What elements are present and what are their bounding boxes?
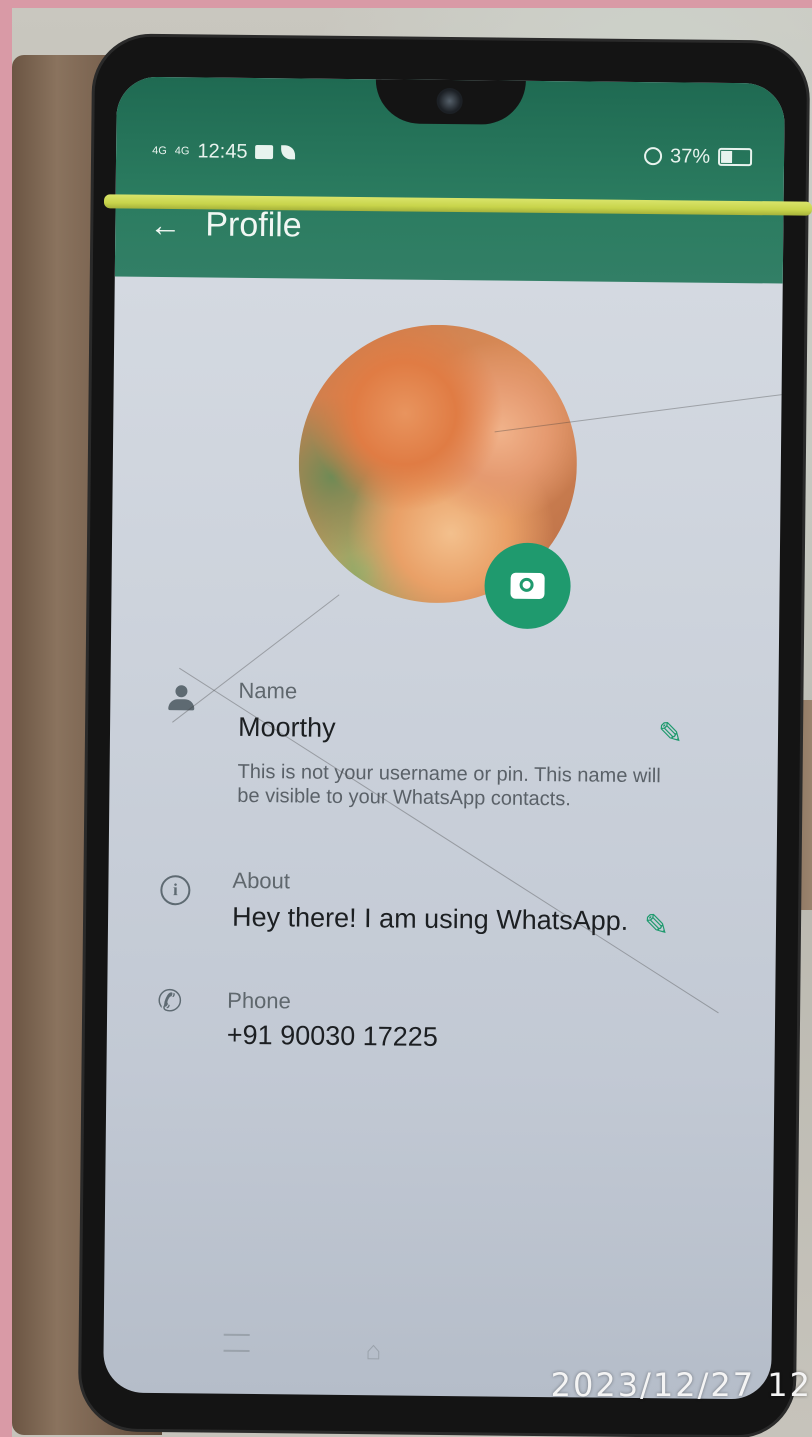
status-time: 12:45: [197, 139, 248, 163]
edit-name-icon[interactable]: ✎: [658, 716, 684, 751]
message-icon: [255, 144, 274, 160]
signal-indicator: 4G: [152, 144, 167, 157]
battery-percent: 37%: [669, 144, 711, 168]
page-title: Profile: [205, 205, 302, 245]
camera-notch: [375, 79, 526, 125]
phone-screen: 4G 4G 12:45 37% ← Profile Name Moorthy ✎…: [103, 76, 785, 1400]
edit-about-icon[interactable]: ✎: [644, 908, 670, 943]
phone-label: Phone: [227, 987, 291, 1014]
back-arrow-icon[interactable]: ←: [149, 206, 181, 242]
about-value: Hey there! I am using WhatsApp.: [231, 901, 629, 936]
camera-icon: [510, 572, 545, 600]
signal-indicator: 4G: [174, 144, 190, 157]
battery-icon: [717, 147, 753, 167]
name-label: Name: [238, 677, 298, 704]
menu-icon[interactable]: [223, 1333, 250, 1352]
about-row[interactable]: i About Hey there! I am using WhatsApp. …: [109, 866, 777, 942]
name-row[interactable]: Name Moorthy ✎ This is not your username…: [111, 677, 779, 810]
app-bar-title-row: ← Profile: [149, 205, 302, 246]
navigation-bar: ⌂: [103, 1332, 771, 1369]
about-label: About: [232, 867, 291, 894]
photo-timestamp: 2023/12/27 12: [550, 1366, 812, 1404]
name-value: Moorthy: [237, 711, 336, 743]
name-helper-text: This is not your username or pin. This n…: [237, 760, 661, 811]
phone-device: 4G 4G 12:45 37% ← Profile Name Moorthy ✎…: [80, 36, 808, 1436]
alarm-icon: [643, 147, 663, 166]
status-bar: 4G 4G 12:45 37%: [152, 135, 753, 173]
home-icon[interactable]: ⌂: [365, 1335, 381, 1366]
leaf-icon: [281, 145, 296, 160]
phone-value: +91 90030 17225: [226, 1019, 438, 1052]
phone-icon: ✆: [157, 985, 183, 1019]
info-icon: i: [160, 875, 191, 906]
front-camera-icon: [436, 87, 463, 115]
phone-row: ✆ Phone +91 90030 17225: [107, 985, 775, 1052]
screen-crack: [179, 667, 719, 1014]
change-photo-button[interactable]: [484, 542, 572, 630]
